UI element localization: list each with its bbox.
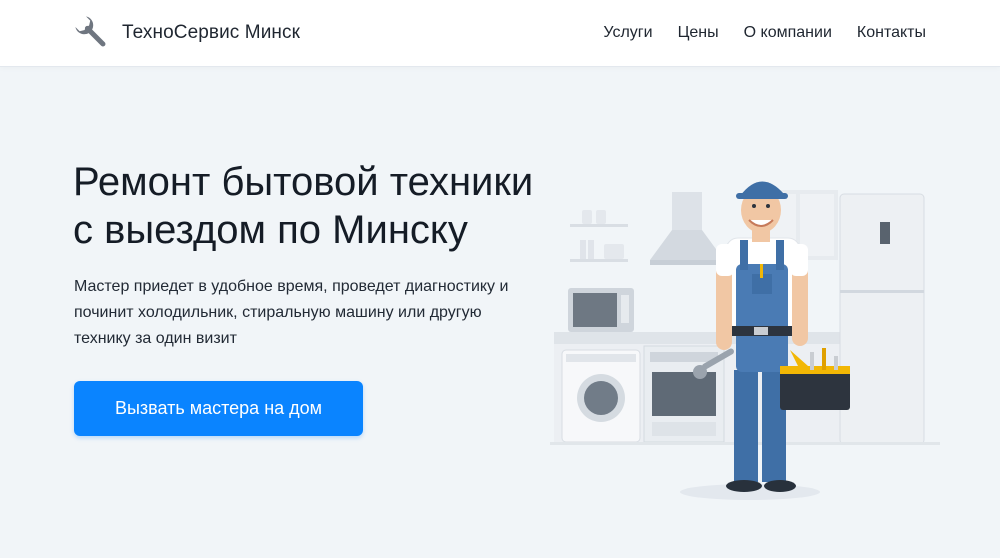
call-master-button[interactable]: Вызвать мастера на дом <box>74 381 363 436</box>
brand-name: ТехноСервис Минск <box>122 22 301 43</box>
range-hood-icon <box>650 192 724 265</box>
washing-machine-icon <box>561 349 641 443</box>
microwave-icon <box>568 288 634 332</box>
technician-illustration <box>550 181 940 500</box>
nav-prices[interactable]: Цены <box>678 24 719 42</box>
main-nav: Услуги Цены О компании Контакты <box>578 0 926 66</box>
nav-contacts[interactable]: Контакты <box>857 24 926 42</box>
wrench-icon <box>75 16 106 47</box>
hero-subtitle: Мастер приедет в удобное время, проведет… <box>74 278 509 347</box>
refrigerator-icon <box>839 193 925 445</box>
nav-services[interactable]: Услуги <box>603 24 652 42</box>
nav-about[interactable]: О компании <box>744 24 832 42</box>
site-header: ТехноСервис Минск Услуги Цены О компании… <box>0 0 1000 66</box>
logo[interactable]: ТехноСервис Минск <box>72 13 300 53</box>
